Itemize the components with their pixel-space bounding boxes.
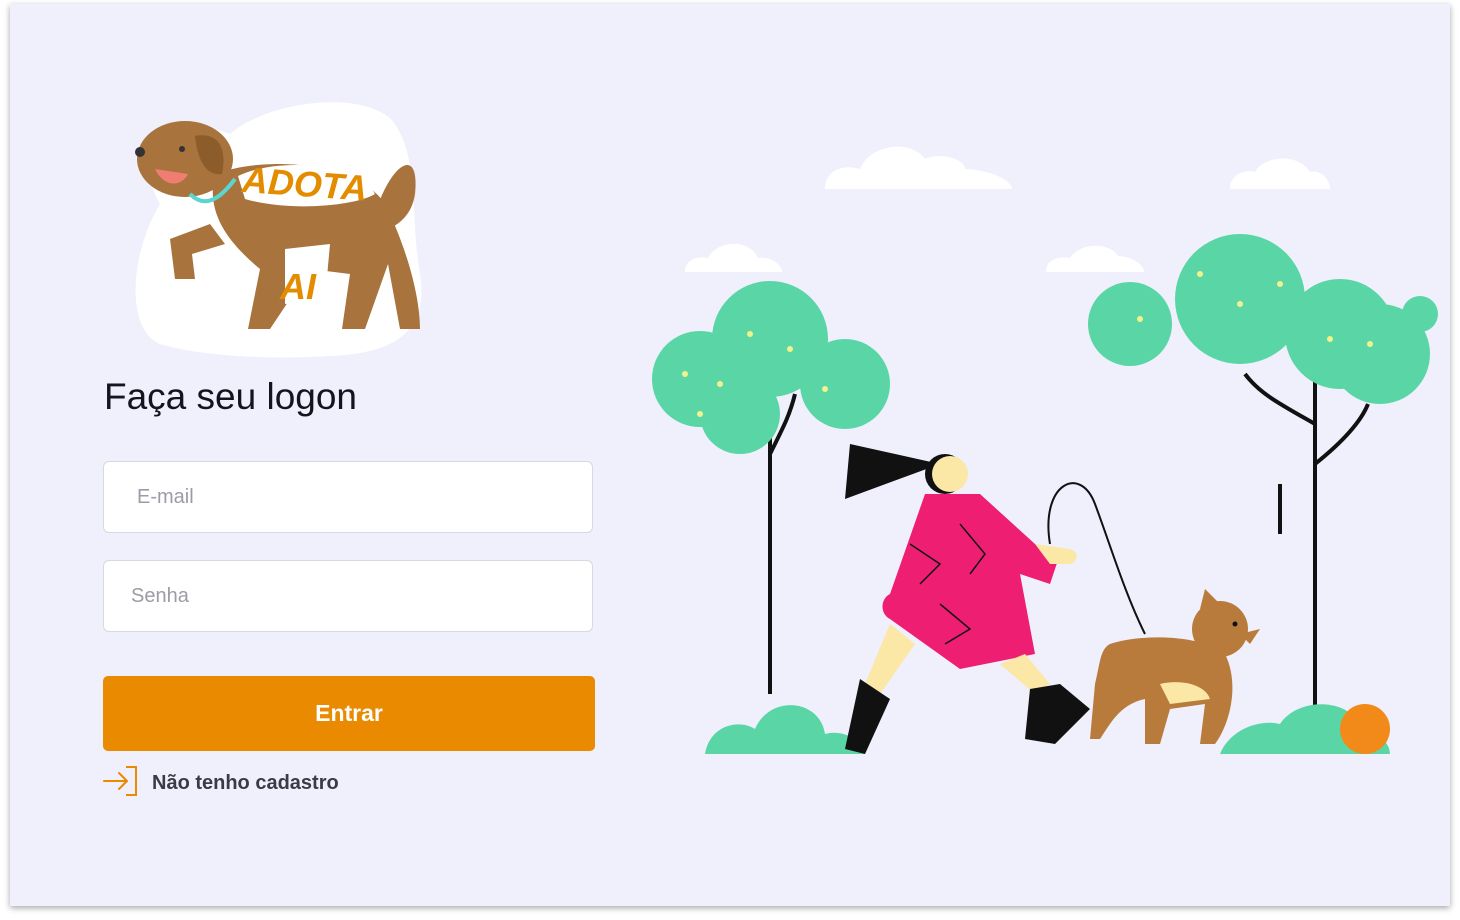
register-link-label: Não tenho cadastro [152, 771, 339, 794]
log-in-arrow-icon [102, 764, 140, 803]
password-field[interactable] [103, 560, 593, 632]
register-link[interactable]: Não tenho cadastro [102, 764, 339, 803]
logo-text-ai: AI [279, 266, 317, 307]
email-field[interactable] [103, 461, 593, 533]
login-submit-button[interactable]: Entrar [103, 676, 595, 751]
app-window: ADOTA AI Faça seu logon Entrar Não tenho… [10, 4, 1450, 906]
adota-ai-logo: ADOTA AI [120, 94, 430, 364]
page-title: Faça seu logon [104, 376, 358, 417]
dog-walking-illustration [640, 124, 1440, 764]
